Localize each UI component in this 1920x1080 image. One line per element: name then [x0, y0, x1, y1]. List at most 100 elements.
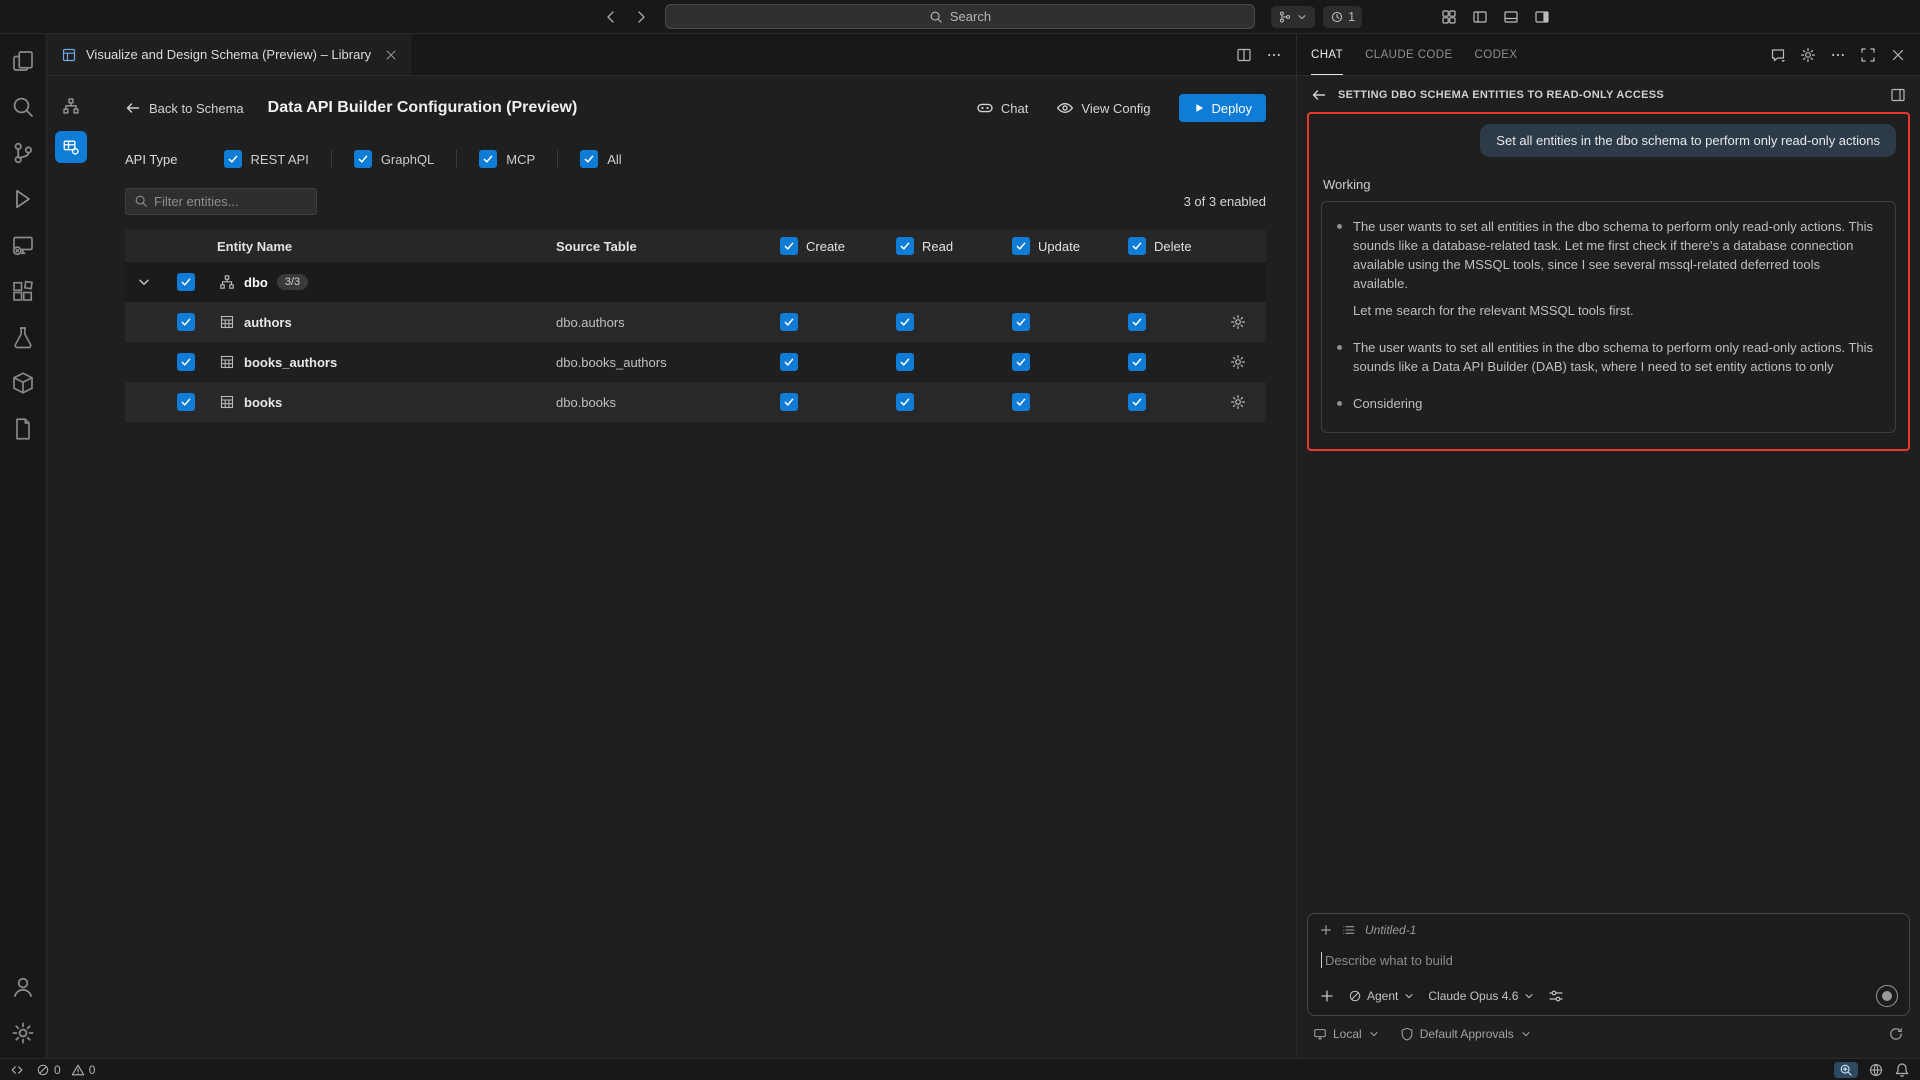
mcp-checkbox[interactable] [479, 150, 497, 168]
source-table-header: Source Table [556, 239, 746, 254]
close-icon[interactable] [1890, 47, 1906, 63]
delete-checkbox[interactable] [1128, 393, 1146, 411]
api-type-option-all: All [558, 150, 643, 168]
tab-codex[interactable]: CODEX [1475, 34, 1518, 75]
create-checkbox[interactable] [780, 353, 798, 371]
read-checkbox[interactable] [896, 313, 914, 331]
tab-chat[interactable]: CHAT [1311, 34, 1343, 75]
sidebar-item-explorer[interactable] [1, 38, 45, 84]
remote-window-icon [11, 233, 35, 257]
chat-sessions-button[interactable] [1271, 6, 1315, 28]
update-cell [978, 313, 1094, 331]
open-session-in-editor-icon[interactable] [1890, 87, 1906, 103]
read-checkbox[interactable] [896, 393, 914, 411]
toggle-secondary-sidebar-icon[interactable] [1534, 9, 1550, 25]
select-all-read-checkbox[interactable] [896, 237, 914, 255]
problems-indicator[interactable]: 0 0 [36, 1063, 95, 1077]
thinking-box[interactable]: The user wants to set all entities in th… [1321, 201, 1896, 433]
refresh-icon[interactable] [1888, 1026, 1904, 1042]
update-checkbox[interactable] [1012, 353, 1030, 371]
read-checkbox[interactable] [896, 353, 914, 371]
sidebar-item-notebook[interactable] [1, 406, 45, 452]
sidebar-item-database-projects[interactable] [1, 360, 45, 406]
sidebar-item-extensions[interactable] [1, 268, 45, 314]
rest-api-checkbox[interactable] [224, 150, 242, 168]
target-selector[interactable]: Local [1313, 1027, 1380, 1041]
gear-icon[interactable] [1800, 47, 1816, 63]
zoom-button[interactable] [1834, 1062, 1858, 1078]
history-forward-icon[interactable] [633, 9, 649, 25]
filter-entities-input[interactable] [125, 188, 317, 215]
select-entity-checkbox[interactable] [177, 313, 195, 331]
deploy-button[interactable]: Deploy [1179, 94, 1266, 122]
configure-tools-icon[interactable] [1548, 988, 1564, 1004]
graphql-checkbox[interactable] [354, 150, 372, 168]
customize-layout-icon[interactable] [1441, 9, 1457, 25]
more-actions-icon[interactable] [1830, 47, 1846, 63]
command-center-search[interactable]: Search [665, 4, 1255, 29]
user-message-bubble: Set all entities in the dbo schema to pe… [1480, 124, 1896, 157]
notifications-bell-icon[interactable] [1894, 1062, 1910, 1078]
schema-group-row[interactable]: dbo 3/3 [125, 262, 1266, 302]
schema-group-name-cell: dbo 3/3 [209, 274, 556, 290]
graphql-label: GraphQL [381, 152, 434, 167]
sidebar-item-run-debug[interactable] [1, 176, 45, 222]
update-checkbox[interactable] [1012, 313, 1030, 331]
view-config-button[interactable]: View Config [1056, 99, 1150, 117]
api-config-view-button[interactable] [55, 131, 87, 163]
split-editor-icon[interactable] [1236, 47, 1252, 63]
mode-label: Agent [1367, 989, 1398, 1003]
send-button[interactable] [1876, 985, 1898, 1007]
filter-entities-field[interactable] [154, 194, 308, 209]
sidebar-item-settings[interactable] [1, 1010, 45, 1056]
remote-indicator[interactable] [10, 1063, 24, 1077]
update-checkbox[interactable] [1012, 393, 1030, 411]
create-checkbox[interactable] [780, 393, 798, 411]
sidebar-item-testing[interactable] [1, 314, 45, 360]
sidebar-item-source-control[interactable] [1, 130, 45, 176]
chevron-down-icon[interactable] [125, 274, 163, 290]
tab-claude-code[interactable]: CLAUDE CODE [1365, 34, 1452, 75]
select-entity-checkbox[interactable] [177, 353, 195, 371]
editor-tab[interactable]: Visualize and Design Schema (Preview) – … [47, 34, 411, 75]
select-schema-checkbox[interactable] [177, 273, 195, 291]
schema-diagram-view-button[interactable] [55, 90, 87, 122]
sidebar-item-account[interactable] [1, 964, 45, 1010]
select-entity-checkbox[interactable] [177, 393, 195, 411]
chat-button[interactable]: Chat [976, 99, 1028, 117]
select-all-update-checkbox[interactable] [1012, 237, 1030, 255]
entity-settings-button[interactable] [1210, 314, 1266, 330]
chat-composer[interactable]: Untitled-1 Describe what to build Agent [1307, 913, 1910, 1016]
select-all-delete-checkbox[interactable] [1128, 237, 1146, 255]
mode-picker[interactable]: Agent [1348, 989, 1415, 1003]
maximize-icon[interactable] [1860, 47, 1876, 63]
select-all-create-checkbox[interactable] [780, 237, 798, 255]
copilot-icon [976, 99, 994, 117]
add-context-icon[interactable] [1319, 923, 1333, 937]
chat-panel-actions [1770, 34, 1906, 75]
create-checkbox[interactable] [780, 313, 798, 331]
approvals-selector[interactable]: Default Approvals [1400, 1027, 1532, 1041]
language-button[interactable] [1868, 1062, 1884, 1078]
session-count-button[interactable]: 1 [1323, 6, 1362, 28]
attach-icon[interactable] [1319, 988, 1335, 1004]
delete-checkbox[interactable] [1128, 313, 1146, 331]
toggle-primary-sidebar-icon[interactable] [1472, 9, 1488, 25]
entity-settings-button[interactable] [1210, 354, 1266, 370]
arrow-left-icon[interactable] [1311, 87, 1327, 103]
entity-settings-button[interactable] [1210, 394, 1266, 410]
all-checkbox[interactable] [580, 150, 598, 168]
chat-scroll-area[interactable] [1307, 451, 1910, 913]
back-to-schema-button[interactable]: Back to Schema [125, 100, 244, 116]
close-icon[interactable] [384, 48, 398, 62]
more-actions-icon[interactable] [1266, 47, 1282, 63]
chat-input[interactable]: Describe what to build [1319, 937, 1898, 985]
toggle-panel-icon[interactable] [1503, 9, 1519, 25]
delete-checkbox[interactable] [1128, 353, 1146, 371]
history-back-icon[interactable] [603, 9, 619, 25]
context-file-name[interactable]: Untitled-1 [1365, 923, 1416, 937]
model-picker[interactable]: Claude Opus 4.6 [1428, 989, 1535, 1003]
sidebar-item-search[interactable] [1, 84, 45, 130]
sidebar-item-remote-explorer[interactable] [1, 222, 45, 268]
chat-sessions-icon[interactable] [1770, 47, 1786, 63]
